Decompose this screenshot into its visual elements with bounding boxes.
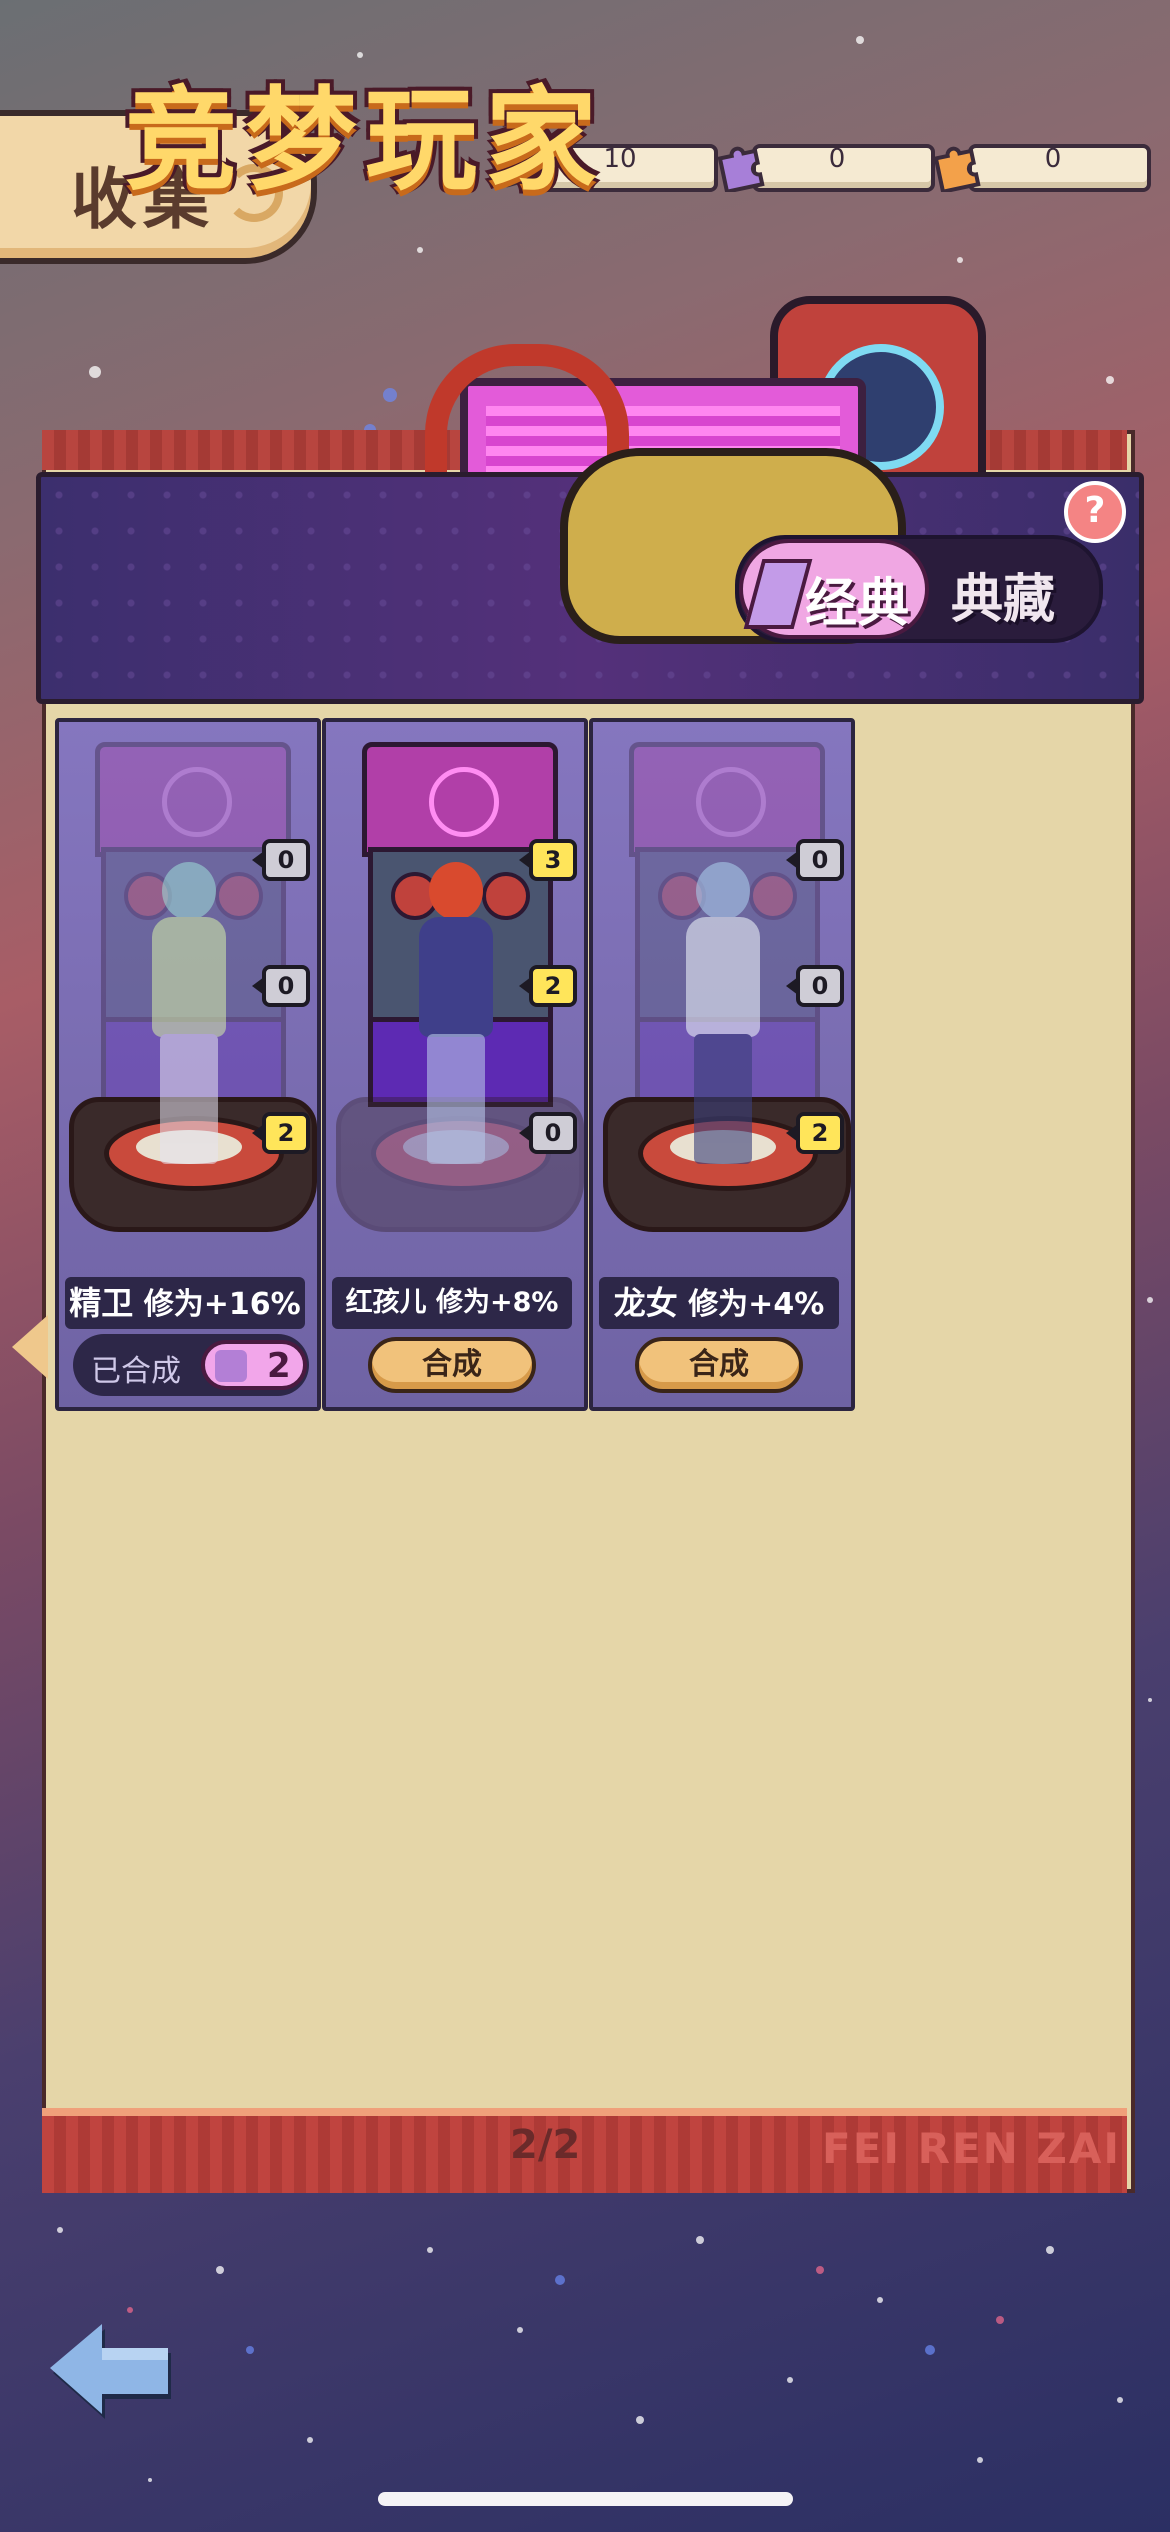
home-indicator[interactable] bbox=[378, 2492, 793, 2506]
part-count-badge: 0 bbox=[786, 965, 844, 1007]
character-figure bbox=[668, 862, 778, 1182]
synthesize-button[interactable]: 合成 bbox=[635, 1337, 803, 1393]
cultivation-bonus: 修为+8% bbox=[435, 1287, 559, 1318]
tab-classic-label: 经典 bbox=[805, 574, 910, 634]
part-count-badge: 2 bbox=[786, 1112, 844, 1154]
character-name: 红孩儿 bbox=[345, 1287, 427, 1318]
synthesized-count: 2 bbox=[267, 1346, 291, 1386]
part-count-badge: 0 bbox=[786, 839, 844, 881]
orange-puzzle-icon bbox=[933, 146, 981, 192]
currency-purple-puzzle: 0 bbox=[712, 140, 935, 192]
tab-classic[interactable]: 经典 bbox=[739, 539, 929, 639]
currency-value: 0 bbox=[828, 144, 846, 174]
part-count-badge: 0 bbox=[519, 1112, 577, 1154]
tab-collector[interactable]: 典藏 bbox=[951, 557, 1055, 632]
arcade-cabinet-top bbox=[95, 742, 291, 857]
currency-value: 0 bbox=[1044, 144, 1062, 174]
character-figure bbox=[401, 862, 511, 1182]
previous-page-arrow-icon[interactable] bbox=[12, 1315, 48, 1379]
synthesized-label: 已合成 bbox=[91, 1354, 181, 1389]
cultivation-bonus: 修为+4% bbox=[688, 1287, 825, 1322]
synthesized-status: 已合成 2 bbox=[73, 1334, 309, 1396]
part-count-badge: 2 bbox=[519, 965, 577, 1007]
back-arrow-icon[interactable] bbox=[40, 2310, 180, 2420]
currency-orange-puzzle: 0 bbox=[928, 140, 1151, 192]
synthesize-button[interactable]: 合成 bbox=[368, 1337, 536, 1393]
purple-puzzle-icon bbox=[717, 146, 765, 192]
character-name-bar: 龙女 修为+4% bbox=[599, 1277, 839, 1329]
edition-toggle[interactable]: 经典 典藏 bbox=[735, 535, 1103, 643]
character-figure bbox=[134, 862, 244, 1182]
part-count-badge: 3 bbox=[519, 839, 577, 881]
character-name-bar: 精卫 修为+16% bbox=[65, 1277, 305, 1329]
watermark-text: FEI REN ZAI bbox=[822, 2124, 1122, 2173]
cultivation-bonus: 修为+16% bbox=[143, 1287, 301, 1322]
part-count-badge: 0 bbox=[252, 965, 310, 1007]
gem-icon bbox=[743, 559, 813, 629]
character-card-jingwei[interactable]: 0 0 2 精卫 修为+16% 已合成 2 bbox=[55, 718, 321, 1411]
page-indicator: 2/2 bbox=[510, 2122, 581, 2168]
character-card-longnv[interactable]: 0 0 2 龙女 修为+4% 合成 bbox=[589, 718, 855, 1411]
character-name: 龙女 bbox=[613, 1284, 678, 1322]
arcade-cabinet-top bbox=[362, 742, 558, 857]
help-button[interactable]: ? bbox=[1064, 481, 1126, 543]
series-title: 竞梦玩家 bbox=[125, 76, 605, 206]
puzzle-icon bbox=[215, 1350, 247, 1382]
character-card-honghaier[interactable]: 3 2 0 红孩儿 修为+8% 合成 bbox=[322, 718, 588, 1411]
part-count-badge: 0 bbox=[252, 839, 310, 881]
character-name: 精卫 bbox=[69, 1284, 134, 1322]
arcade-cabinet-top bbox=[629, 742, 825, 857]
part-count-badge: 2 bbox=[252, 1112, 310, 1154]
character-name-bar: 红孩儿 修为+8% bbox=[332, 1277, 572, 1329]
synthesized-count-badge: 2 bbox=[201, 1340, 307, 1390]
